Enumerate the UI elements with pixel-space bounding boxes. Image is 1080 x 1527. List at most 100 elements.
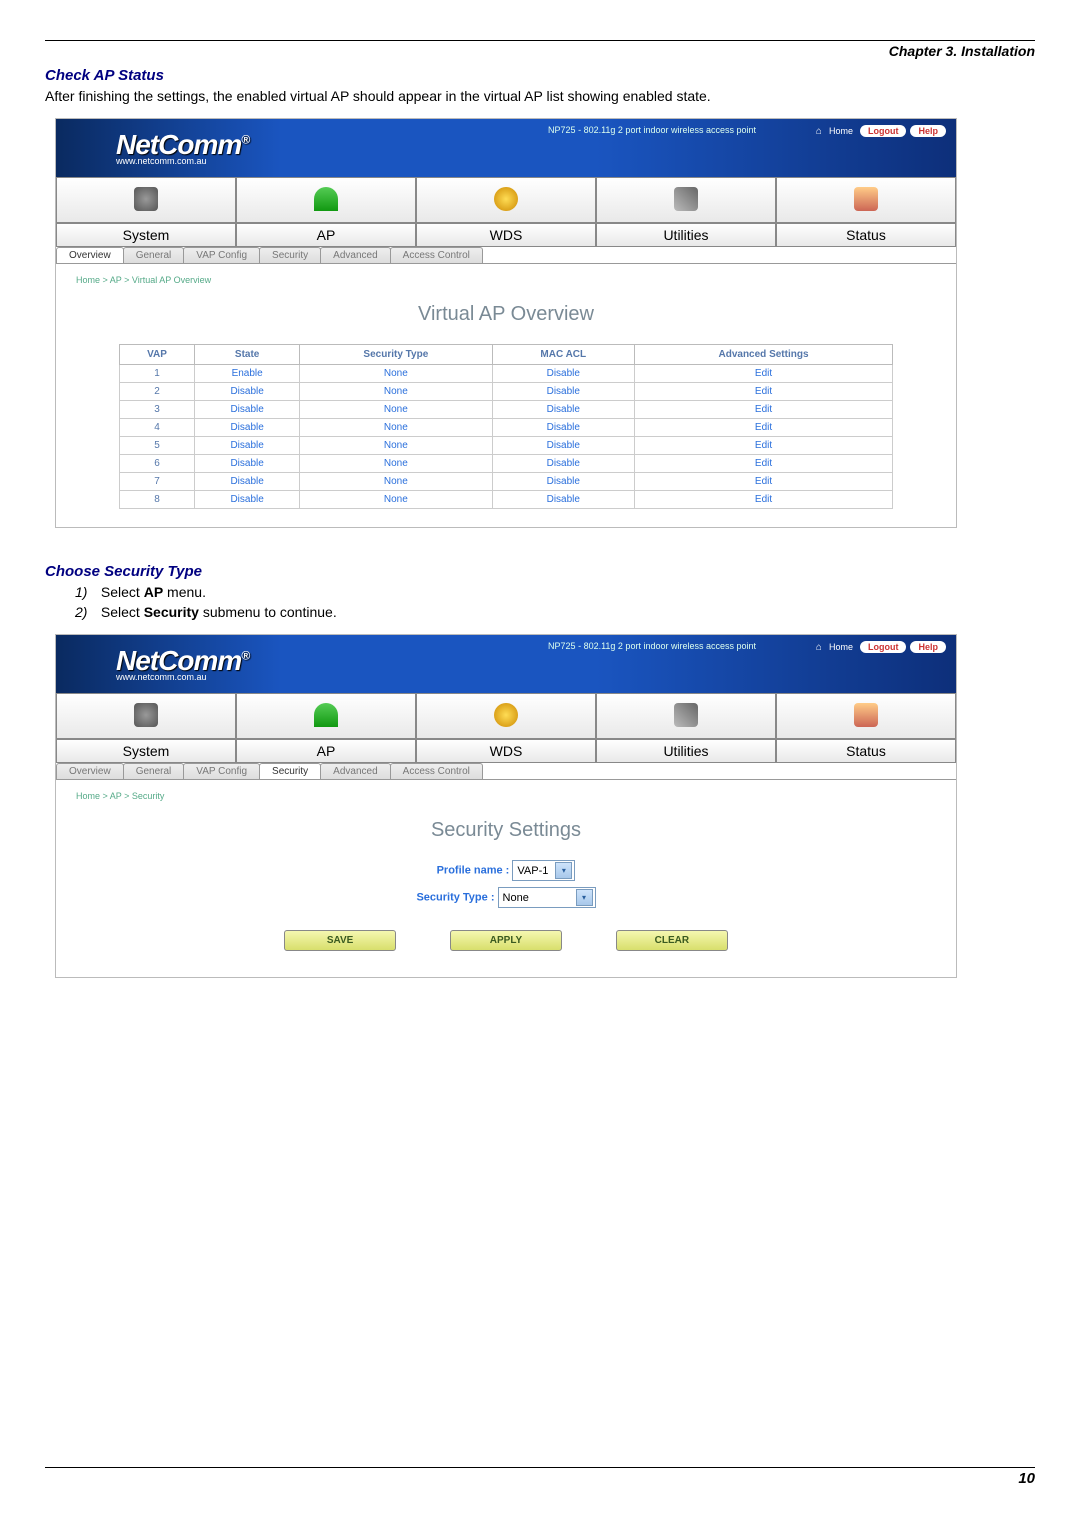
table-cell[interactable]: None <box>300 419 492 437</box>
table-cell[interactable]: None <box>300 401 492 419</box>
nav-label-ap[interactable]: AP <box>236 739 416 763</box>
product-title: NP725 - 802.11g 2 port indoor wireless a… <box>548 641 756 651</box>
subtab-access-control[interactable]: Access Control <box>390 763 483 779</box>
subtab-security[interactable]: Security <box>259 247 321 263</box>
table-cell[interactable]: Disable <box>195 401 300 419</box>
edit-link[interactable]: Edit <box>635 419 893 437</box>
table-cell[interactable]: Disable <box>492 383 635 401</box>
section-title-choose-security: Choose Security Type <box>45 563 1035 580</box>
profile-name-label: Profile name : <box>437 865 510 877</box>
nav-label-status[interactable]: Status <box>776 739 956 763</box>
nav-ap[interactable] <box>236 693 416 739</box>
nav-utilities[interactable] <box>596 693 776 739</box>
nav-ap[interactable] <box>236 177 416 223</box>
page-number: 10 <box>45 1470 1035 1487</box>
table-cell[interactable]: Enable <box>195 365 300 383</box>
table-cell[interactable]: None <box>300 473 492 491</box>
apply-button[interactable]: APPLY <box>450 930 562 951</box>
nav-label-system[interactable]: System <box>56 739 236 763</box>
edit-link[interactable]: Edit <box>635 437 893 455</box>
panel-title: Security Settings <box>76 819 936 842</box>
subtab-advanced[interactable]: Advanced <box>320 763 390 779</box>
table-cell[interactable]: Disable <box>195 383 300 401</box>
subtab-general[interactable]: General <box>123 247 185 263</box>
table-cell[interactable]: Disable <box>492 473 635 491</box>
table-cell: 3 <box>120 401 195 419</box>
table-cell[interactable]: None <box>300 455 492 473</box>
profile-name-select[interactable]: VAP-1 ▾ <box>512 860 575 881</box>
logout-button[interactable]: Logout <box>860 641 907 653</box>
subtab-access-control[interactable]: Access Control <box>390 247 483 263</box>
table-header: Advanced Settings <box>635 345 893 365</box>
nav-label-status[interactable]: Status <box>776 223 956 247</box>
nav-wds[interactable] <box>416 693 596 739</box>
nav-label-ap[interactable]: AP <box>236 223 416 247</box>
nav-label-utilities[interactable]: Utilities <box>596 739 776 763</box>
screenshot-vap-overview: NetComm® www.netcomm.com.au NP725 - 802.… <box>55 118 957 528</box>
nav-status[interactable] <box>776 177 956 223</box>
table-row: 1EnableNoneDisableEdit <box>120 365 893 383</box>
edit-link[interactable]: Edit <box>635 473 893 491</box>
nav-label-system[interactable]: System <box>56 223 236 247</box>
table-cell: 1 <box>120 365 195 383</box>
table-cell[interactable]: Disable <box>195 419 300 437</box>
edit-link[interactable]: Edit <box>635 491 893 509</box>
table-cell[interactable]: Disable <box>492 419 635 437</box>
subtab-security[interactable]: Security <box>259 763 321 779</box>
nav-system[interactable] <box>56 693 236 739</box>
subtab-overview[interactable]: Overview <box>56 247 124 263</box>
table-header: VAP <box>120 345 195 365</box>
table-cell[interactable]: Disable <box>195 437 300 455</box>
brand-logo: NetComm® <box>116 647 249 675</box>
table-row: 6DisableNoneDisableEdit <box>120 455 893 473</box>
table-cell[interactable]: Disable <box>492 491 635 509</box>
table-cell[interactable]: Disable <box>492 401 635 419</box>
security-type-select[interactable]: None ▾ <box>498 887 596 908</box>
subtab-vap-config[interactable]: VAP Config <box>183 247 260 263</box>
edit-link[interactable]: Edit <box>635 365 893 383</box>
table-cell[interactable]: None <box>300 383 492 401</box>
table-cell[interactable]: None <box>300 437 492 455</box>
nav-label-wds[interactable]: WDS <box>416 223 596 247</box>
table-cell[interactable]: Disable <box>195 473 300 491</box>
table-cell[interactable]: None <box>300 365 492 383</box>
edit-link[interactable]: Edit <box>635 455 893 473</box>
nav-label-utilities[interactable]: Utilities <box>596 223 776 247</box>
link-home[interactable]: Home <box>829 126 853 136</box>
table-cell: 6 <box>120 455 195 473</box>
save-button[interactable]: SAVE <box>284 930 396 951</box>
edit-link[interactable]: Edit <box>635 383 893 401</box>
edit-link[interactable]: Edit <box>635 401 893 419</box>
main-nav <box>56 177 956 223</box>
table-cell: 2 <box>120 383 195 401</box>
clear-button[interactable]: CLEAR <box>616 930 728 951</box>
table-cell[interactable]: Disable <box>492 437 635 455</box>
section-title-check-ap-status: Check AP Status <box>45 67 1035 84</box>
brand-site: www.netcomm.com.au <box>116 156 249 166</box>
help-button[interactable]: Help <box>910 641 946 653</box>
table-cell: 4 <box>120 419 195 437</box>
subtab-advanced[interactable]: Advanced <box>320 247 390 263</box>
subtab-general[interactable]: General <box>123 763 185 779</box>
logout-button[interactable]: Logout <box>860 125 907 137</box>
table-cell[interactable]: Disable <box>492 455 635 473</box>
table-cell[interactable]: None <box>300 491 492 509</box>
nav-status[interactable] <box>776 693 956 739</box>
table-row: 7DisableNoneDisableEdit <box>120 473 893 491</box>
breadcrumb: Home > AP > Security <box>76 791 936 801</box>
table-cell[interactable]: Disable <box>492 365 635 383</box>
home-icon: ⌂ <box>816 126 822 137</box>
subtab-vap-config[interactable]: VAP Config <box>183 763 260 779</box>
subtab-overview[interactable]: Overview <box>56 763 124 779</box>
nav-utilities[interactable] <box>596 177 776 223</box>
nav-label-wds[interactable]: WDS <box>416 739 596 763</box>
nav-wds[interactable] <box>416 177 596 223</box>
table-cell[interactable]: Disable <box>195 455 300 473</box>
help-button[interactable]: Help <box>910 125 946 137</box>
security-type-label: Security Type : <box>416 892 494 904</box>
link-home[interactable]: Home <box>829 642 853 652</box>
nav-system[interactable] <box>56 177 236 223</box>
table-row: 2DisableNoneDisableEdit <box>120 383 893 401</box>
brand-logo: NetComm® <box>116 131 249 159</box>
table-cell[interactable]: Disable <box>195 491 300 509</box>
